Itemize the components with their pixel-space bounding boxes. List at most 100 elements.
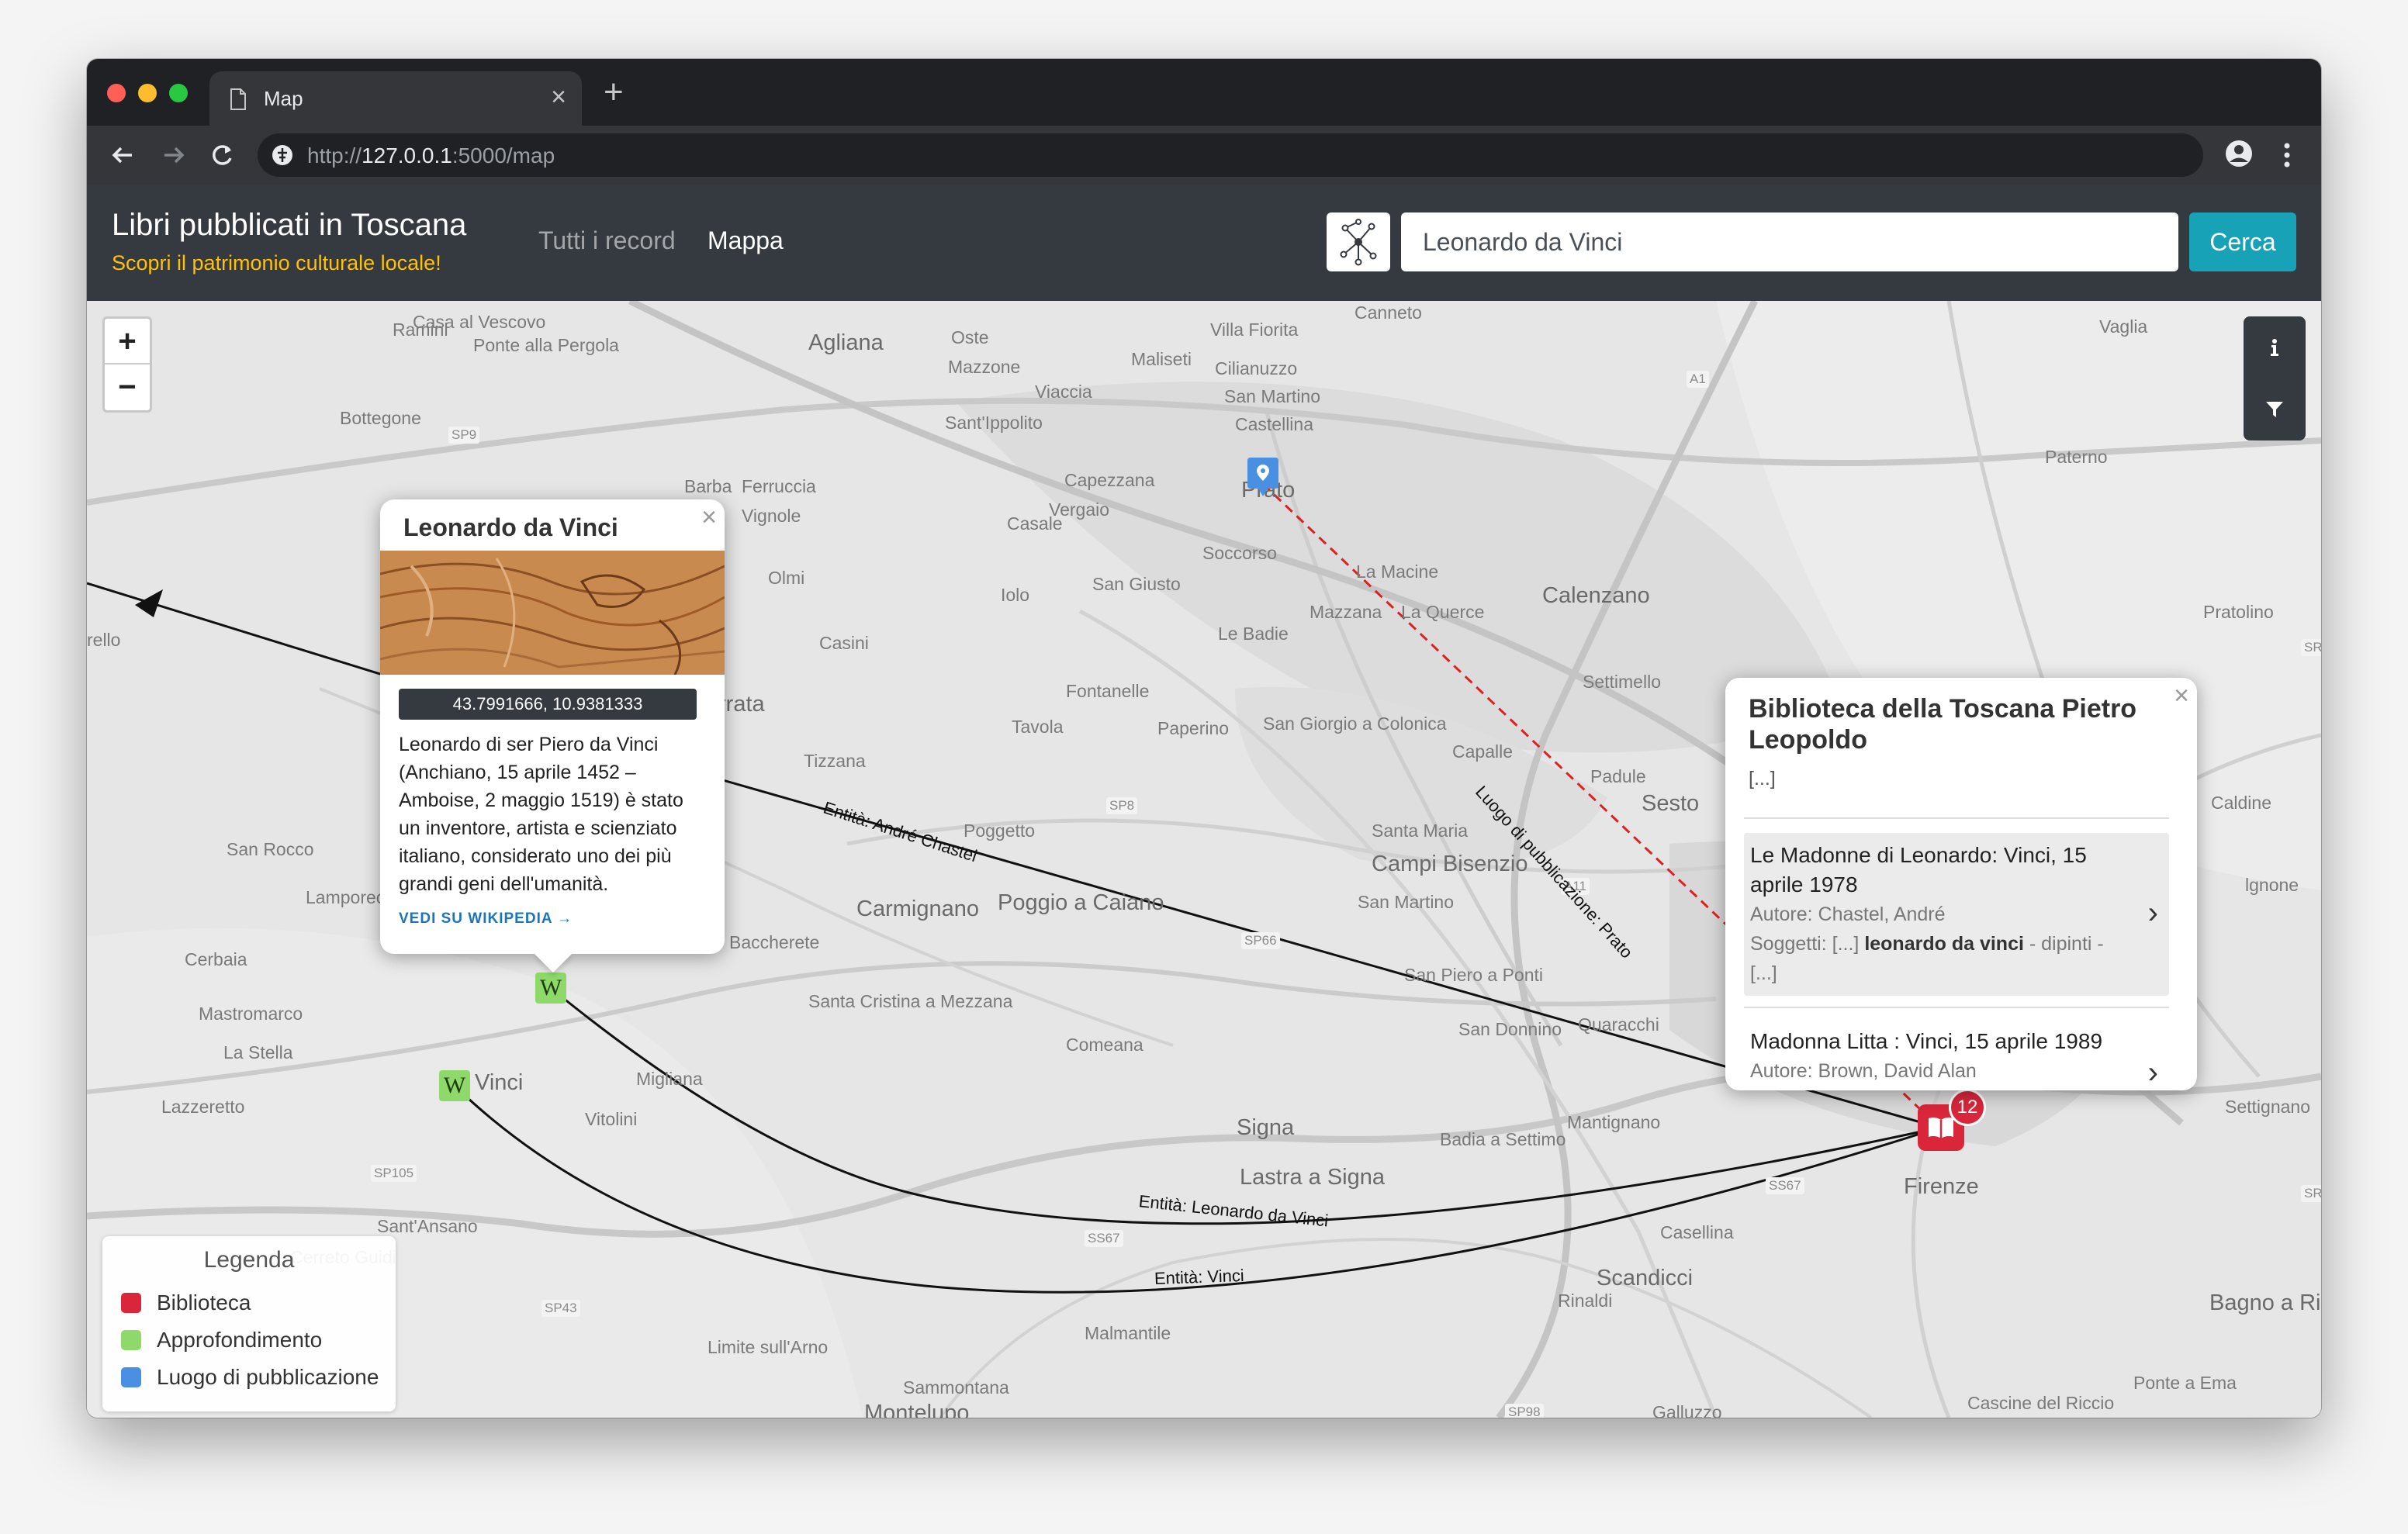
nav-link-mappa[interactable]: Mappa <box>708 226 784 255</box>
close-window-button[interactable] <box>107 84 126 102</box>
road-label: SR302 <box>2301 1185 2321 1202</box>
forward-arrow-icon[interactable] <box>158 140 189 171</box>
edge-vinci <box>453 1084 1940 1294</box>
chevron-right-icon[interactable]: › <box>2148 897 2158 928</box>
road-label: SR65 <box>2301 639 2321 656</box>
place-label: Limite sull'Arno <box>708 1337 829 1357</box>
place-label: Casellina <box>1660 1222 1734 1242</box>
place-label: Vitolini <box>585 1109 638 1129</box>
zoom-control: + − <box>102 316 152 413</box>
place-label: Scandicci <box>1597 1266 1694 1290</box>
place-label: Fontanelle <box>1066 681 1150 701</box>
brand-title[interactable]: Libri pubblicati in Toscana <box>112 208 466 243</box>
address-bar: http://127.0.0.1:5000/map <box>87 126 2321 185</box>
place-label: Barba <box>684 476 732 496</box>
zoom-in-button[interactable]: + <box>105 319 150 364</box>
place-label: Paperino <box>1157 718 1230 738</box>
location-pin-icon <box>121 1367 141 1387</box>
wiki-marker-leonardo[interactable]: W <box>535 973 566 1004</box>
close-tab-icon[interactable]: × <box>551 82 566 112</box>
nav-link-tutti-i-record[interactable]: Tutti i record <box>538 226 676 255</box>
wiki-marker-vinci[interactable]: W <box>439 1070 470 1101</box>
place-label: Galluzzo <box>1652 1402 1722 1418</box>
app-navbar: Libri pubblicati in Toscana Scopri il pa… <box>87 185 2321 301</box>
road-label: SS67 <box>1766 1177 1804 1194</box>
place-label: San Martino <box>1224 386 1321 406</box>
wikipedia-link[interactable]: VEDI SU WIKIPEDIA → <box>399 910 573 928</box>
popup-close-button[interactable]: × <box>701 503 717 533</box>
place-label: Le Badie <box>1218 624 1289 644</box>
site-info-icon[interactable] <box>270 143 295 168</box>
place-label: Sant'Ansano <box>377 1216 478 1236</box>
legend-label: Luogo di pubblicazione <box>157 1365 379 1389</box>
filter-button[interactable] <box>2244 378 2306 441</box>
place-label: Capalle <box>1452 741 1513 762</box>
chevron-right-icon[interactable]: › <box>2148 1057 2158 1088</box>
place-label: rrata <box>718 692 765 717</box>
record-title: Le Madonne di Leonardo: Vinci, 15 aprile… <box>1750 843 2087 897</box>
wikipedia-icon <box>121 1330 141 1350</box>
place-label: San Donnino <box>1458 1019 1562 1039</box>
legend-item-approfondimento: Approfondimento <box>121 1325 322 1356</box>
place-label: Padule <box>1590 766 1646 786</box>
record-subjects: Soggetti: [...] leonardo da vinci - dipi… <box>1750 933 2104 984</box>
arrowhead-icon <box>135 589 163 617</box>
filter-icon <box>2266 402 2283 417</box>
edge-andre-chastel <box>87 582 1940 1129</box>
popup-description: Leonardo di ser Piero da Vinci (Anchiano… <box>399 734 683 895</box>
place-label: San Rocco <box>227 839 314 859</box>
record-item[interactable]: Le Madonne di Leonardo: Vinci, 15 aprile… <box>1744 833 2169 996</box>
road-label: SP66 <box>1241 932 1280 949</box>
road-label: SS67 <box>1085 1230 1123 1247</box>
place-label: Malmantile <box>1085 1323 1171 1343</box>
popup-close-button[interactable]: × <box>2174 681 2189 711</box>
place-label: Sammontana <box>903 1377 1009 1398</box>
place-label: Cilianuzzo <box>1215 358 1298 378</box>
zoom-out-button[interactable]: − <box>105 364 150 410</box>
search-input[interactable] <box>1401 212 2178 271</box>
profile-icon[interactable] <box>2222 136 2256 171</box>
place-label: Poggio a Caiano <box>998 890 1164 915</box>
graph-view-button[interactable] <box>1327 212 1390 271</box>
road-label: SP105 <box>371 1165 417 1182</box>
place-label: lgnone <box>2245 875 2299 895</box>
browser-tab[interactable]: Map × <box>209 71 582 126</box>
new-tab-button[interactable]: + <box>604 73 624 112</box>
place-label: San Martino <box>1358 892 1455 912</box>
reload-icon[interactable] <box>206 140 237 171</box>
place-label: Mazzana <box>1310 602 1382 622</box>
map-canvas[interactable]: Casa al Vescovo Ramini Ponte alla Pergola A… <box>87 301 2321 1418</box>
library-summary: [...] <box>1749 768 1776 789</box>
place-label: Signa <box>1237 1115 1295 1140</box>
minimize-window-button[interactable] <box>138 84 157 102</box>
place-label: Ponte a Ema <box>2133 1373 2237 1393</box>
legend-label: Biblioteca <box>157 1290 251 1315</box>
popup-title: Leonardo da Vinci <box>403 513 618 541</box>
record-item[interactable]: Madonna Litta : Vinci, 15 aprile 1989 Au… <box>1744 1019 2169 1090</box>
network-graph-icon <box>1340 219 1377 266</box>
place-label: Settignano <box>2225 1097 2310 1117</box>
library-popup: × Biblioteca della Toscana Pietro Leopol… <box>1725 678 2197 1090</box>
search-button[interactable]: Cerca <box>2189 212 2296 271</box>
road-label: SP9 <box>448 427 480 444</box>
road-label: SP8 <box>1106 797 1138 814</box>
place-label: San Giorgio a Colonica <box>1263 713 1447 734</box>
place-label: Vignole <box>742 506 801 526</box>
place-label: Tavola <box>1012 717 1064 737</box>
portrait-image <box>380 551 725 675</box>
place-marker-prato[interactable] <box>1246 456 1280 499</box>
info-icon <box>2271 339 2278 356</box>
place-label: La Stella <box>223 1042 293 1062</box>
info-button[interactable] <box>2244 316 2306 378</box>
place-label: Poggetto <box>964 821 1036 841</box>
place-label: Casale <box>1007 513 1063 534</box>
place-label: Migliana <box>636 1069 703 1089</box>
place-label: Olmi <box>768 568 805 588</box>
browser-menu-icon[interactable] <box>2279 140 2295 171</box>
open-book-icon <box>1929 1117 1953 1138</box>
place-label: Santa Maria <box>1372 821 1469 841</box>
maximize-window-button[interactable] <box>169 84 188 102</box>
url-field[interactable]: http://127.0.0.1:5000/map <box>258 133 2203 177</box>
back-arrow-icon[interactable] <box>107 140 138 171</box>
place-label: rello <box>87 630 121 650</box>
